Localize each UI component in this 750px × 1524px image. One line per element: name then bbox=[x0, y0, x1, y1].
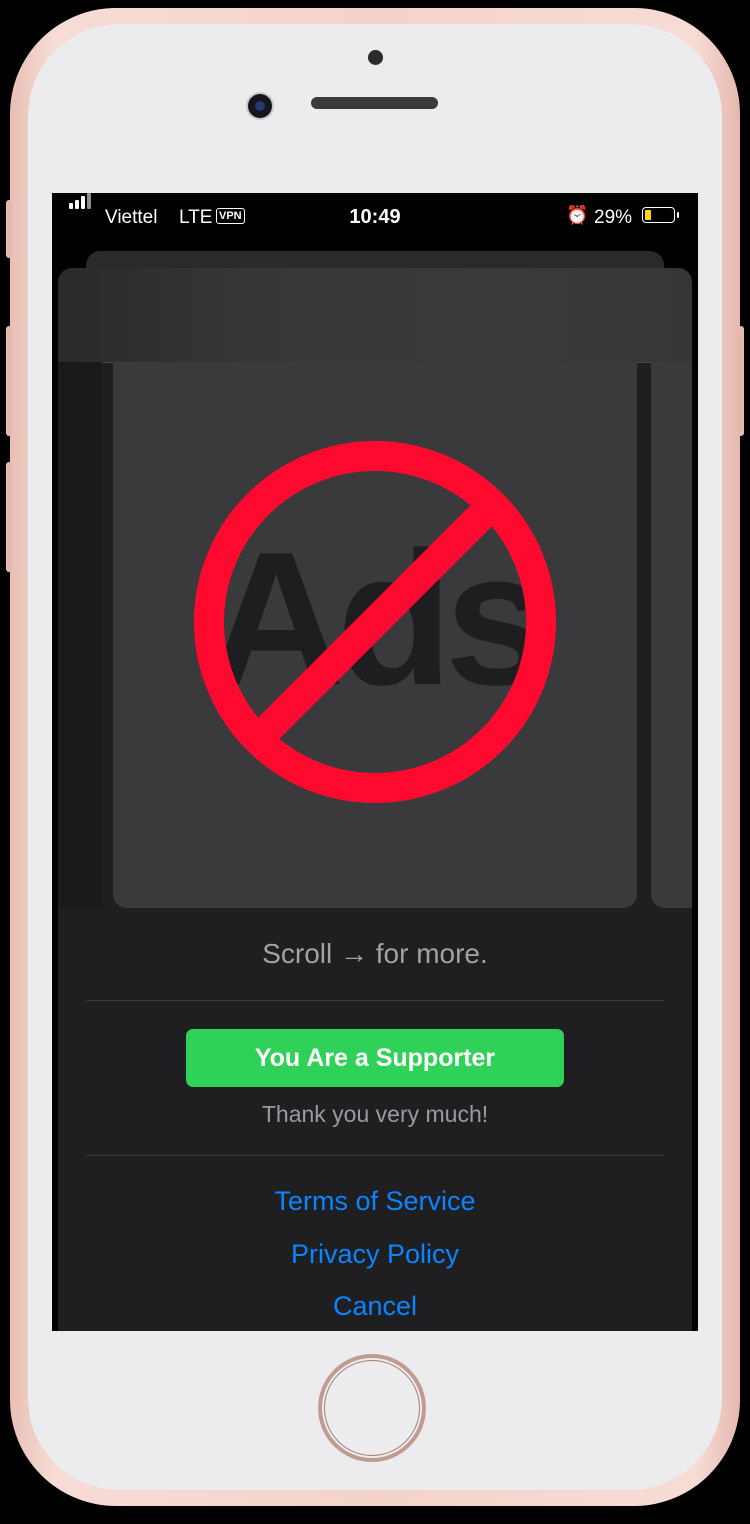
divider bbox=[86, 1000, 664, 1001]
screen: Viettel LTE VPN 10:49 ⏰ 29% Ads Scroll →… bbox=[52, 193, 698, 1331]
supporter-button[interactable]: You Are a Supporter bbox=[186, 1029, 564, 1087]
thanks-text: Thank you very much! bbox=[261, 1101, 489, 1127]
feature-card-no-ads[interactable]: Ads bbox=[113, 362, 637, 908]
power-button bbox=[738, 326, 744, 436]
status-bar: Viettel LTE VPN 10:49 ⏰ 29% bbox=[52, 193, 698, 241]
next-card[interactable] bbox=[651, 362, 692, 908]
proximity-sensor bbox=[368, 50, 383, 65]
sheet-header bbox=[58, 268, 692, 363]
battery-fill bbox=[645, 210, 651, 220]
divider bbox=[86, 1155, 664, 1156]
cancel-button[interactable]: Cancel bbox=[58, 1291, 692, 1322]
previous-card bbox=[58, 362, 102, 908]
alarm-icon: ⏰ bbox=[566, 205, 589, 225]
supporter-sheet: Ads Scroll → for more. You Are a Support… bbox=[58, 268, 692, 1331]
mute-switch bbox=[6, 200, 12, 258]
battery-percent: 29% bbox=[594, 207, 633, 228]
terms-of-service-link[interactable]: Terms of Service bbox=[58, 1186, 692, 1217]
scroll-hint: Scroll → for more. bbox=[262, 938, 488, 969]
home-button[interactable] bbox=[318, 1354, 426, 1462]
front-camera bbox=[248, 94, 272, 118]
volume-down-button bbox=[6, 462, 12, 572]
battery-icon bbox=[642, 207, 679, 223]
earpiece-speaker bbox=[311, 97, 438, 109]
no-ads-icon: Ads bbox=[194, 441, 556, 803]
volume-up-button bbox=[6, 326, 12, 436]
privacy-policy-link[interactable]: Privacy Policy bbox=[58, 1239, 692, 1270]
